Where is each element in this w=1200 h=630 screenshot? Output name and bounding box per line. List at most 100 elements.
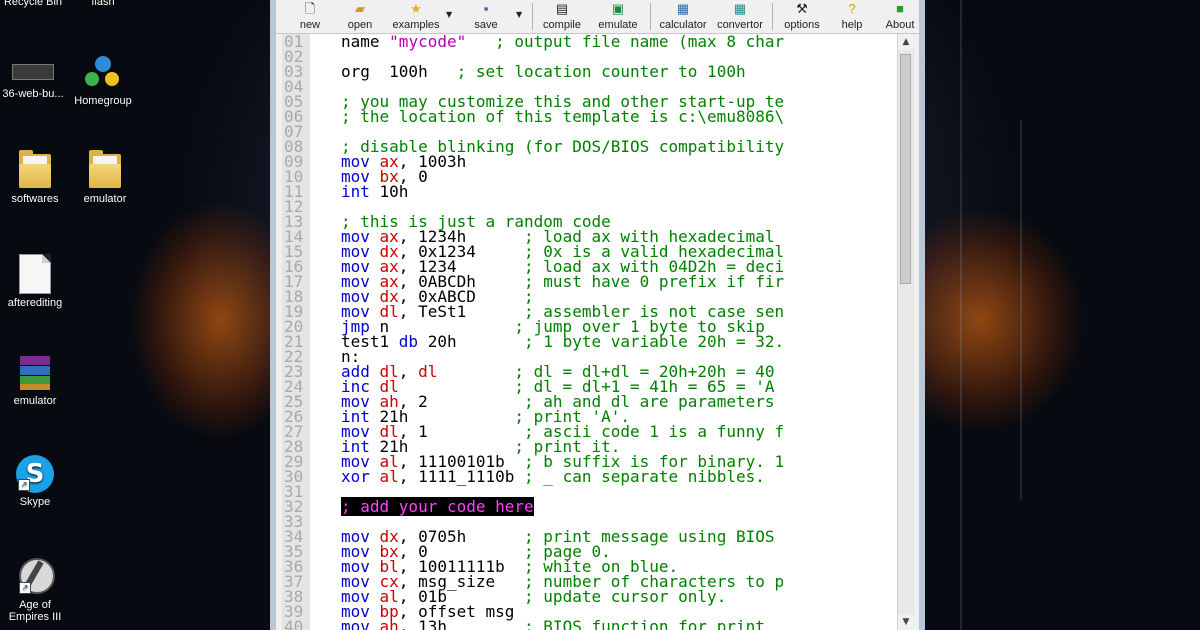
code-text: test1 db 20h ; 1 byte variable 20h = 32.: [310, 332, 785, 351]
compile-button[interactable]: ▤ compile: [538, 0, 586, 33]
desktop-icon-label-line2: Empires III: [8, 611, 62, 623]
homegroup-icon: [83, 54, 123, 92]
desktop-icon-label: emulator: [13, 395, 57, 407]
vertical-scrollbar[interactable]: ▲ ▼: [897, 34, 914, 630]
convertor-icon: ▦: [733, 1, 747, 16]
options-icon: ⚒: [796, 1, 808, 16]
code-text: int 10h: [310, 182, 409, 201]
compile-button-label: compile: [543, 19, 581, 31]
calculator-button[interactable]: ▦ calculator: [656, 0, 710, 33]
desktop-icon-label-line1: Age of: [19, 599, 51, 611]
age-of-empires-icon: ↗: [17, 556, 55, 596]
code-text: name "mycode" ; output file name (max 8 …: [310, 34, 785, 51]
open-button[interactable]: ▰ open: [340, 0, 380, 33]
code-token: db: [398, 332, 419, 351]
code-token: ; _ can separate nibbles.: [524, 467, 765, 486]
code-token: 10h: [379, 182, 409, 201]
code-text: mov ah, 13h ; BIOS function for print: [310, 619, 765, 630]
star-icon: ★: [410, 1, 422, 16]
scrollbar-thumb[interactable]: [900, 54, 911, 284]
code-token: ; the location of this template is c:\em…: [341, 107, 785, 126]
about-icon: ■: [896, 1, 904, 16]
new-file-icon: 🗋: [304, 1, 316, 16]
code-text: org 100h ; set location counter to 100h: [310, 62, 746, 81]
desktop-icon-emulator-rar[interactable]: emulator: [0, 354, 70, 407]
code-line[interactable]: 40 mov ah, 13h ; BIOS function for print: [282, 619, 765, 630]
open-button-label: open: [347, 19, 373, 31]
desktop-icon-label: Homegroup: [74, 95, 132, 107]
code-token: ; BIOS function for print: [524, 617, 765, 630]
desktop-icon-emulator-folder[interactable]: emulator: [70, 150, 140, 205]
folder-icon: [87, 150, 123, 190]
options-button[interactable]: ⚒ options: [778, 0, 826, 33]
code-token: ah: [379, 617, 399, 630]
about-button-label: About: [885, 19, 915, 31]
scroll-down-arrow-icon[interactable]: ▼: [898, 614, 914, 630]
convertor-button-label: convertor: [717, 19, 763, 31]
toolbar-separator: [650, 3, 651, 30]
code-token: name: [341, 34, 390, 51]
code-token: 20h: [418, 332, 525, 351]
code-token: ; 1 byte variable 20h = 32.: [524, 332, 785, 351]
desktop-icon-label: flash: [91, 0, 115, 8]
code-line[interactable]: 01 name "mycode" ; output file name (max …: [282, 34, 785, 51]
options-button-label: options: [784, 19, 820, 31]
background-beam: [1020, 120, 1022, 500]
examples-dropdown-arrow-icon[interactable]: ▼: [446, 10, 452, 19]
convertor-button[interactable]: ▦ convertor: [712, 0, 768, 33]
desktop-icon-age-of-empires[interactable]: ↗ Age of Empires III: [0, 556, 70, 623]
code-text: ; add your code here: [310, 497, 534, 516]
help-button-label: help: [841, 19, 863, 31]
desktop-icon-homegroup[interactable]: Homegroup: [68, 54, 138, 107]
toolbar-separator: [532, 3, 533, 30]
examples-button[interactable]: ★ examples: [388, 0, 444, 33]
emulate-button-label: emulate: [598, 19, 638, 31]
desktop-icon-label: Skype: [19, 496, 51, 508]
code-editor[interactable]: 01 name "mycode" ; output file name (max …: [282, 34, 914, 630]
desktop-icon-label: 36-web-bu...: [2, 88, 64, 100]
desktop-icon-recycle-bin[interactable]: Recycle Bin: [0, 0, 68, 8]
about-button[interactable]: ■ About: [880, 0, 920, 33]
code-token: ; must have 0 prefix if fir: [524, 272, 785, 291]
code-area[interactable]: 01 name "mycode" ; output file name (max …: [282, 34, 902, 630]
code-line[interactable]: 06; the location of this template is c:\…: [282, 107, 785, 126]
code-token: ; set location counter to 100h: [427, 62, 746, 81]
code-line[interactable]: 03 org 100h ; set location counter to 100…: [282, 62, 746, 81]
new-button-label: new: [299, 19, 321, 31]
save-button[interactable]: ▪ save: [466, 0, 506, 33]
code-token: int: [341, 182, 380, 201]
calculator-button-label: calculator: [659, 19, 707, 31]
code-token: mov: [341, 617, 380, 630]
desktop-icon-flash[interactable]: flash: [68, 0, 138, 8]
drive-icon: [12, 64, 54, 80]
desktop-icon-afterediting[interactable]: afterediting: [0, 254, 70, 309]
compile-icon: ▤: [555, 1, 569, 16]
code-line[interactable]: 32; add your code here: [282, 497, 534, 516]
code-text: xor al, 1111_1110b ; _ can separate nibb…: [310, 467, 765, 486]
desktop-icon-skype[interactable]: S ↗ Skype: [0, 455, 70, 508]
code-token: ; output file name (max 8 char: [466, 34, 785, 51]
folder-icon: [17, 150, 53, 190]
desktop-icon-softwares[interactable]: softwares: [0, 150, 70, 205]
desktop-icon-36-web-bu[interactable]: 36-web-bu...: [0, 64, 68, 100]
code-line[interactable]: 30 xor al, 1111_1110b ; _ can separate ni…: [282, 467, 765, 486]
desktop-icon-label: afterediting: [7, 297, 63, 309]
code-token: , 1111_1110b: [398, 467, 525, 486]
highlighted-comment: ; add your code here: [341, 497, 534, 516]
desktop-icon-label: softwares: [11, 193, 59, 205]
save-dropdown-arrow-icon[interactable]: ▼: [516, 10, 522, 19]
document-icon: [19, 254, 51, 294]
code-token: xor: [341, 467, 380, 486]
emulate-button[interactable]: ▣ emulate: [594, 0, 642, 33]
help-button[interactable]: ? help: [832, 0, 872, 33]
open-folder-icon: ▰: [355, 1, 365, 16]
new-button[interactable]: 🗋 new: [290, 0, 330, 33]
desktop-icon-label: Recycle Bin: [3, 0, 63, 8]
emu8086-window: 🗋 new ▰ open ★ examples ▼ ▪ save ▼ ▤ com…: [270, 0, 925, 630]
scroll-up-arrow-icon[interactable]: ▲: [898, 34, 914, 50]
background-beam: [960, 0, 962, 630]
save-button-label: save: [474, 19, 498, 31]
code-token: "mycode": [389, 34, 467, 51]
desktop-icon-label: emulator: [83, 193, 127, 205]
winrar-icon: [18, 354, 52, 392]
